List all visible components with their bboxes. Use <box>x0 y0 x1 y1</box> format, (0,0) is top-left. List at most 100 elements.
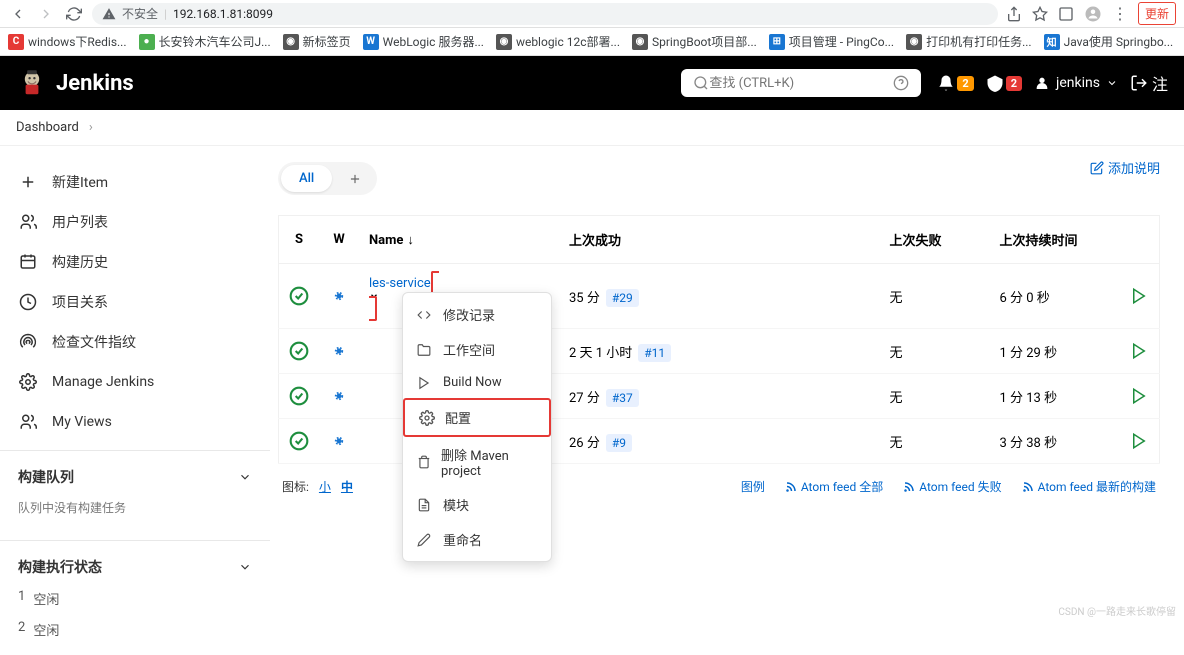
build-queue-header[interactable]: 构建队列 <box>16 461 254 493</box>
forward-button[interactable] <box>36 4 56 24</box>
bookmark-item[interactable]: ◉打印机有打印任务... <box>906 33 1032 50</box>
col-last-success[interactable]: 上次成功 <box>559 216 880 264</box>
menu-icon[interactable]: ⋮ <box>1112 4 1128 23</box>
sidebar: 新建Item用户列表构建历史项目关系检查文件指纹Manage JenkinsMy… <box>0 146 270 622</box>
username: jenkins <box>1056 75 1100 91</box>
executor-status-header[interactable]: 构建执行状态 <box>16 551 254 583</box>
dropdown-item-gear[interactable]: 配置 <box>403 398 551 437</box>
job-dropdown-menu: 修改记录工作空间Build Now配置删除 Maven project模块重命名 <box>402 292 552 562</box>
chevron-down-icon <box>238 560 252 574</box>
atom-fail-link[interactable]: Atom feed 失败 <box>903 478 1001 495</box>
build-number-link[interactable]: #29 <box>606 289 639 307</box>
logout-button[interactable]: 注 <box>1130 71 1168 95</box>
build-now-button[interactable] <box>1130 432 1150 450</box>
build-number-link[interactable]: #37 <box>606 389 639 407</box>
jenkins-logo-icon <box>16 67 48 99</box>
add-tab-button[interactable] <box>336 166 374 192</box>
back-button[interactable] <box>8 4 28 24</box>
rss-icon <box>903 481 915 493</box>
warning-icon <box>102 7 116 21</box>
atom-all-link[interactable]: Atom feed 全部 <box>785 478 883 495</box>
dropdown-item-trash[interactable]: 删除 Maven project <box>403 437 551 487</box>
build-now-button[interactable] <box>1130 287 1150 305</box>
doc-icon <box>417 498 433 512</box>
sidebar-item-plus[interactable]: 新建Item <box>0 162 270 202</box>
sidebar-item-fingerprint[interactable]: 检查文件指纹 <box>0 322 270 362</box>
col-duration[interactable]: 上次持续时间 <box>990 216 1120 264</box>
bookmark-item[interactable]: ●长安铃木汽车公司J... <box>139 33 271 50</box>
col-last-failure[interactable]: 上次失败 <box>880 216 990 264</box>
jenkins-logo[interactable]: Jenkins <box>16 67 134 99</box>
breadcrumb: Dashboard › <box>0 110 1184 146</box>
tab-all[interactable]: All <box>281 165 332 192</box>
update-button[interactable]: 更新 <box>1138 2 1176 25</box>
build-now-button[interactable] <box>1130 387 1150 405</box>
bookmark-item[interactable]: ◉weblogic 12c部署... <box>496 33 620 50</box>
breadcrumb-dashboard[interactable]: Dashboard <box>16 120 79 135</box>
weather-sunny-icon <box>329 341 349 361</box>
share-icon[interactable] <box>1006 6 1022 22</box>
bookmark-item[interactable]: WWebLogic 服务器... <box>363 33 484 50</box>
code-icon <box>417 308 433 322</box>
views-icon <box>18 412 38 432</box>
dropdown-item-pen[interactable]: 重命名 <box>403 522 551 557</box>
user-menu[interactable]: jenkins <box>1034 75 1118 91</box>
col-name[interactable]: Name↓ <box>359 216 559 264</box>
bookmark-item[interactable]: ⊞项目管理 - PingCo... <box>769 33 894 50</box>
status-ok-icon <box>289 431 309 451</box>
build-number-link[interactable]: #11 <box>638 344 671 362</box>
weather-sunny-icon <box>329 286 349 306</box>
sidebar-item-gear[interactable]: Manage Jenkins <box>0 362 270 402</box>
add-description-link[interactable]: 添加说明 <box>1090 158 1160 177</box>
weather-sunny-icon <box>329 431 349 451</box>
last-success-cell: 27 分#37 <box>559 374 880 419</box>
job-name-link[interactable]: les-service <box>369 276 431 291</box>
gear-icon <box>419 409 435 427</box>
col-status[interactable]: S <box>279 216 320 264</box>
sidebar-item-relation[interactable]: 项目关系 <box>0 282 270 322</box>
sidebar-item-people[interactable]: 用户列表 <box>0 202 270 242</box>
icon-label: 图标: <box>282 478 309 495</box>
pen-icon <box>417 533 433 547</box>
legend-link[interactable]: 图例 <box>741 478 765 495</box>
bookmark-item[interactable]: 知Java使用 Springbo... <box>1044 33 1174 50</box>
atom-latest-link[interactable]: Atom feed 最新的构建 <box>1022 478 1156 495</box>
build-number-link[interactable]: #9 <box>606 434 632 452</box>
dropdown-item-doc[interactable]: 模块 <box>403 487 551 522</box>
history-icon <box>18 252 38 272</box>
sort-down-icon: ↓ <box>407 233 414 248</box>
col-weather[interactable]: W <box>319 216 359 264</box>
play-icon <box>417 376 433 390</box>
icon-size-medium[interactable]: 中 <box>341 478 353 495</box>
header-search[interactable] <box>681 69 921 97</box>
reload-button[interactable] <box>64 4 84 24</box>
profile-icon[interactable] <box>1084 5 1102 23</box>
dropdown-item-code[interactable]: 修改记录 <box>403 297 551 332</box>
last-success-cell: 2 天 1 小时#11 <box>559 329 880 374</box>
bookmark-item[interactable]: ◉新标签页 <box>283 33 351 50</box>
extensions-icon[interactable] <box>1058 6 1074 22</box>
url-bar[interactable]: 不安全 | 192.168.1.81:8099 <box>92 3 998 25</box>
chevron-right-icon: › <box>89 120 93 135</box>
executor-row: 1空闲 <box>16 583 254 614</box>
search-input[interactable] <box>709 76 893 91</box>
sidebar-item-history[interactable]: 构建历史 <box>0 242 270 282</box>
notification-icon[interactable]: 2 <box>937 74 973 92</box>
icon-size-small[interactable]: 小 <box>319 478 331 495</box>
dropdown-item-play[interactable]: Build Now <box>403 367 551 398</box>
status-ok-icon <box>289 341 309 361</box>
star-icon[interactable] <box>1032 6 1048 22</box>
last-success-cell: 26 分#9 <box>559 419 880 464</box>
help-icon[interactable] <box>893 75 909 91</box>
alert-icon[interactable]: 2 <box>986 74 1022 92</box>
bookmark-item[interactable]: Cwindows下Redis... <box>8 33 127 50</box>
last-failure-cell: 无 <box>880 329 990 374</box>
dropdown-item-folder[interactable]: 工作空间 <box>403 332 551 367</box>
build-now-button[interactable] <box>1130 342 1150 360</box>
chevron-down-icon <box>238 470 252 484</box>
plus-icon <box>18 172 38 192</box>
bookmark-item[interactable]: ◉SpringBoot项目部... <box>632 33 757 50</box>
fingerprint-icon <box>18 332 38 352</box>
sidebar-item-views[interactable]: My Views <box>0 402 270 442</box>
trash-icon <box>417 455 431 469</box>
